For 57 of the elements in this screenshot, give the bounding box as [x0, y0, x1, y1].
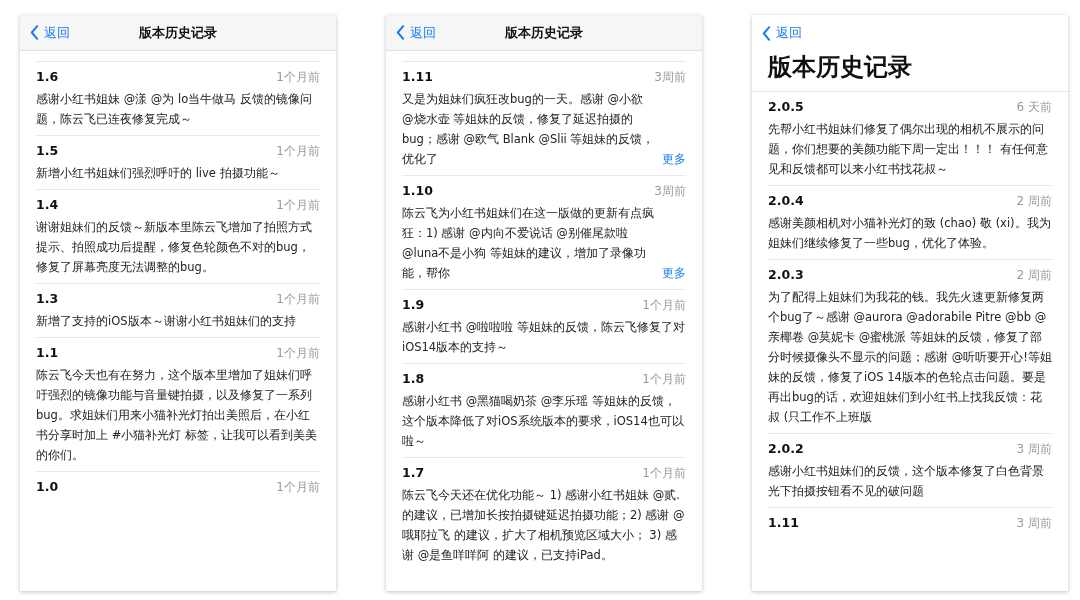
release-notes: 新增小红书姐妹们强烈呼吁的 live 拍摄功能～: [36, 166, 280, 180]
release-notes: 感谢小红书 @黑猫喝奶茶 @李乐瑶 等姐妹的反馈，这个版本降低了对iOS系统版本的要求，iOS14也可以啦～: [402, 394, 684, 448]
release-notes: 先帮小红书姐妹们修复了偶尔出现的相机不展示的问题，你们想要的美颜功能下周一定出！！！ 有任何意见和反馈都可以来小红书找花叔～: [768, 122, 1048, 176]
release-notes: 新增了支持的iOS版本～谢谢小红书姐妹们的支持: [36, 314, 296, 328]
version-number: 2.0.4: [768, 193, 804, 208]
more-link[interactable]: 更多: [662, 263, 686, 283]
version-number: 1.9: [402, 297, 425, 312]
back-button[interactable]: 返回: [386, 23, 436, 42]
release-time: 1个月前: [276, 143, 320, 160]
version-number: 1.0: [36, 479, 59, 494]
version-number: 1.5: [36, 143, 59, 158]
version-number: 2.0.3: [768, 267, 804, 282]
version-number: 1.8: [402, 371, 425, 386]
back-chevron-icon: [762, 25, 771, 41]
version-number: 1.3: [36, 291, 59, 306]
release-time: 6 天前: [1016, 99, 1052, 116]
release-notes: 陈云飞为小红书姐妹们在这一版做的更新有点疯狂：1) 感谢 @内向不爱说话 @别催尾款啦 @luna不是小狗 等姐妹的建议，增加了录像功能，帮你: [402, 205, 655, 282]
release-time: 3 周前: [1016, 515, 1052, 532]
release-notes: 陈云飞今天还在优化功能～ 1) 感谢小红书姐妹 @贰. 的建议，已增加长按拍摄键延迟拍摄功能；2) 感谢 @哦耶拉飞 的建议，扩大了相机预览区域大小； 3) 感谢 @是鱼咩咩阿 的建议，已支持iPad。: [402, 488, 685, 562]
version-number: 1.6: [36, 69, 59, 84]
back-button[interactable]: 返回: [20, 23, 70, 42]
release-time: 1个月前: [276, 291, 320, 308]
page-title: 版本历史记录: [505, 23, 583, 42]
release-time: 1个月前: [276, 197, 320, 214]
release-time: 1个月前: [642, 465, 686, 482]
release-time: 1个月前: [642, 297, 686, 314]
release-notes: 又是为姐妹们疯狂改bug的一天。感谢 @小欲 @烧水壶 等姐妹的反馈，修复了延迟拍摄的bug；感谢 @欧气 Blank @Slii 等姐妹的反馈，优化了: [402, 91, 656, 168]
back-chevron-icon: [396, 25, 405, 40]
back-button[interactable]: 返回: [752, 24, 802, 42]
release-time: 1个月前: [276, 69, 320, 86]
version-number: 1.7: [402, 465, 425, 480]
release-notes: 感谢小红书姐妹 @漾 @为 lo当牛做马 反馈的镜像问题，陈云飞已连夜修复完成～: [36, 92, 312, 126]
release-time: 3周前: [654, 69, 686, 86]
back-chevron-icon: [30, 25, 39, 40]
release-time: 1个月前: [276, 345, 320, 362]
release-time: 2 周前: [1016, 267, 1052, 284]
version-number: 1.1: [36, 345, 59, 360]
page-title: 版本历史记录: [752, 51, 1068, 92]
release-notes: 感谢美颜相机对小猫补光灯的致 (chao) 敬 (xi)。我为姐妹们继续修复了一些bug，优化了体验。: [768, 216, 1051, 250]
release-notes: 为了配得上姐妹们为我花的钱。我先火速更新修复两个bug了～感谢 @aurora @adorabile Pitre @bb @亲椰卷 @莫妮卡 @蜜桃派 等姐妹的反馈，修复了部分时候摄像头不显示的问题；感谢 @听听要开心!等姐妹的反馈，修复了iOS 14版本的色轮点击问题。要是再出bug的话，欢迎姐妹们到小红书上找我反馈：花叔 (只工作不上班版: [768, 290, 1052, 424]
version-number: 1.11: [768, 515, 799, 530]
version-number: 1.10: [402, 183, 433, 198]
version-number: 2.0.2: [768, 441, 804, 456]
release-notes: 陈云飞今天也有在努力，这个版本里增加了姐妹们呼吁强烈的镜像功能与音量键拍摄，以及修复了一系列bug。求姐妹们用来小猫补光灯拍出美照后，在小红书分享时加上 #小猫补光灯 标签，让我可以看到美美的你们。: [36, 368, 317, 462]
version-number: 2.0.5: [768, 99, 804, 114]
release-time: 1个月前: [276, 479, 320, 496]
release-time: 1个月前: [642, 371, 686, 388]
release-time: 2 周前: [1016, 193, 1052, 210]
release-time: 3 周前: [1016, 441, 1052, 458]
version-number: 1.4: [36, 197, 59, 212]
release-time: 3周前: [654, 183, 686, 200]
release-notes: 谢谢姐妹们的反馈～新版本里陈云飞增加了拍照方式提示、拍照成功后提醒，修复色轮颜色不对的bug，修复了屏幕亮度无法调整的bug。: [36, 220, 312, 274]
version-number: 1.11: [402, 69, 433, 84]
release-notes: 感谢小红书姐妹们的反馈，这个版本修复了白色背景光下拍摄按钮看不见的破问题: [768, 464, 1044, 498]
page-title: 版本历史记录: [139, 23, 217, 42]
more-link[interactable]: 更多: [662, 149, 686, 169]
release-notes: 感谢小红书 @啦啦啦 等姐妹的反馈，陈云飞修复了对iOS14版本的支持～: [402, 320, 685, 354]
